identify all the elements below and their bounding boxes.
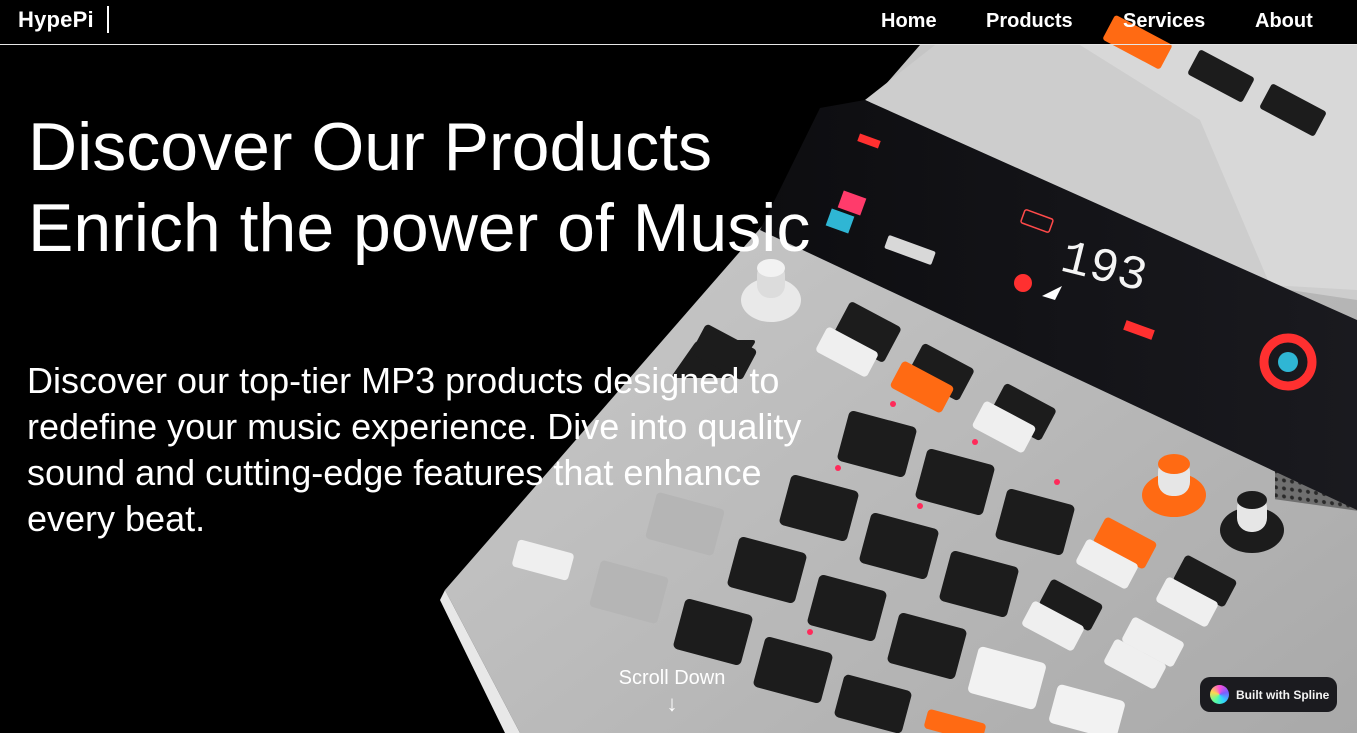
scroll-down-button[interactable]: Scroll Down ↓ bbox=[612, 667, 732, 716]
spline-badge-label: Built with Spline bbox=[1236, 687, 1330, 702]
built-with-spline-badge[interactable]: Built with Spline bbox=[1200, 677, 1337, 712]
nav-link-home[interactable]: Home bbox=[881, 10, 937, 33]
hero-title-line-1: Discover Our Products bbox=[28, 109, 712, 185]
hero-title-line-2: Enrich the power of Music bbox=[28, 190, 811, 266]
nav-link-about[interactable]: About bbox=[1255, 10, 1313, 33]
spline-logo-icon bbox=[1210, 685, 1229, 704]
hero-description: Discover our top-tier MP3 products desig… bbox=[27, 360, 802, 539]
nav-link-products[interactable]: Products bbox=[986, 10, 1073, 33]
scroll-down-label: Scroll Down bbox=[618, 667, 726, 689]
display-dot-red bbox=[1014, 274, 1032, 292]
top-navigation: HypePi Home Products Services About bbox=[0, 0, 1357, 45]
knob-orange-top bbox=[1158, 454, 1190, 474]
knob-dark-top bbox=[1237, 491, 1267, 509]
arrow-down-icon: ↓ bbox=[666, 691, 678, 716]
text-cursor bbox=[107, 6, 109, 33]
display-ring-inner bbox=[1278, 352, 1298, 372]
brand-logo[interactable]: HypePi bbox=[18, 7, 94, 33]
nav-link-services[interactable]: Services bbox=[1123, 10, 1205, 33]
